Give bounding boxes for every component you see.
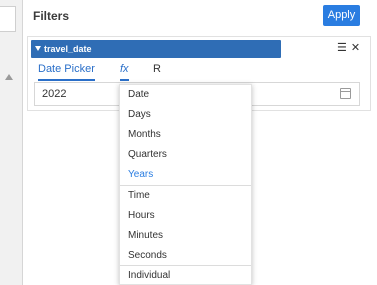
dropdown-item-days[interactable]: Days bbox=[120, 105, 251, 125]
dropdown-item-date[interactable]: Date bbox=[120, 85, 251, 105]
calendar-icon[interactable] bbox=[340, 88, 351, 99]
dropdown-item-years[interactable]: Years bbox=[120, 165, 251, 185]
collapse-caret-icon[interactable] bbox=[35, 46, 41, 51]
scroll-up-arrow-icon[interactable] bbox=[5, 74, 13, 80]
granularity-dropdown: Date Days Months Quarters Years Time Hou… bbox=[119, 84, 252, 285]
dropdown-item-individual[interactable]: Individual bbox=[120, 266, 251, 284]
filter-tabs: Date Picker fx R bbox=[37, 63, 237, 81]
dropdown-item-months[interactable]: Months bbox=[120, 125, 251, 145]
dropdown-item-seconds[interactable]: Seconds bbox=[120, 246, 251, 266]
tab-fx[interactable]: fx bbox=[120, 63, 129, 81]
filters-header: Filters Apply bbox=[23, 0, 377, 34]
left-sidebar-strip bbox=[0, 0, 23, 285]
apply-button[interactable]: Apply bbox=[323, 5, 360, 26]
card-actions: ☰ ✕ bbox=[337, 41, 364, 54]
filters-title: Filters bbox=[33, 9, 70, 23]
left-strip-box bbox=[0, 6, 16, 32]
list-icon[interactable]: ☰ bbox=[337, 42, 347, 54]
field-name: travel_date bbox=[44, 44, 92, 54]
dropdown-item-quarters[interactable]: Quarters bbox=[120, 145, 251, 165]
dropdown-item-minutes[interactable]: Minutes bbox=[120, 226, 251, 246]
tab-date-picker[interactable]: Date Picker bbox=[38, 63, 95, 81]
date-input-value: 2022 bbox=[42, 88, 67, 100]
dropdown-item-hours[interactable]: Hours bbox=[120, 206, 251, 226]
dropdown-item-time[interactable]: Time bbox=[120, 186, 251, 206]
tab-r[interactable]: R bbox=[153, 63, 161, 81]
close-icon[interactable]: ✕ bbox=[351, 42, 360, 54]
field-header-bar[interactable]: travel_date bbox=[31, 40, 281, 58]
